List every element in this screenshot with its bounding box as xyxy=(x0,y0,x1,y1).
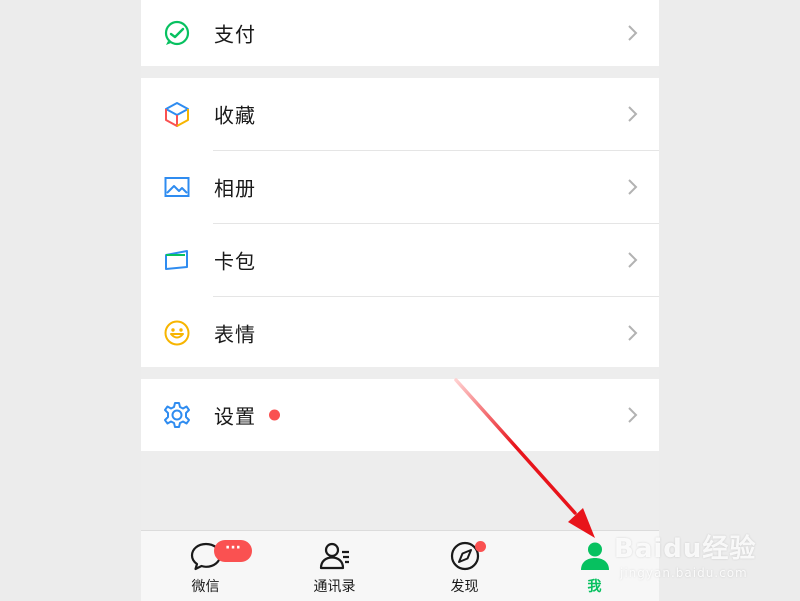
notification-dot xyxy=(269,409,280,421)
chevron-right-icon xyxy=(628,407,638,423)
chevron-right-icon xyxy=(628,179,638,195)
gear-icon xyxy=(163,401,191,429)
unread-badge: ··· xyxy=(214,540,252,562)
watermark-url: jingyan.baidu.com xyxy=(620,566,748,580)
menu-item-pay[interactable]: 支付 xyxy=(141,0,659,66)
smiley-icon xyxy=(163,319,191,347)
menu-item-label: 表情 xyxy=(214,322,256,347)
menu-item-settings[interactable]: 设置 xyxy=(141,379,659,451)
photo-icon xyxy=(163,173,191,201)
tab-discover[interactable]: 发现 xyxy=(400,531,529,601)
menu-item-cards[interactable]: 卡包 xyxy=(141,224,659,296)
person-icon xyxy=(580,542,609,570)
chevron-right-icon xyxy=(628,25,638,41)
tab-label: 通讯录 xyxy=(313,579,356,595)
menu-item-album[interactable]: 相册 xyxy=(141,151,659,223)
tab-chats[interactable]: ··· 微信 xyxy=(141,531,270,601)
menu-item-label: 支付 xyxy=(214,22,256,47)
tab-label: 微信 xyxy=(191,579,220,595)
cube-icon xyxy=(163,100,191,128)
wechat-me-page: 支付 收藏 相册 卡包 表情 设置 ··· 微信 通讯录 发现 我 xyxy=(141,0,659,601)
wechat-pay-icon xyxy=(163,19,191,47)
chevron-right-icon xyxy=(628,252,638,268)
chevron-right-icon xyxy=(628,106,638,122)
menu-item-label: 收藏 xyxy=(214,103,256,128)
menu-item-label: 相册 xyxy=(214,176,256,201)
notification-dot xyxy=(475,541,486,552)
features-group: 收藏 相册 卡包 表情 xyxy=(141,78,659,367)
chevron-right-icon xyxy=(628,325,638,341)
baidu-jingyan-watermark: Baidu经验 jingyan.baidu.com xyxy=(614,514,794,594)
contacts-icon xyxy=(319,542,349,570)
tab-contacts[interactable]: 通讯录 xyxy=(270,531,399,601)
menu-item-favorites[interactable]: 收藏 xyxy=(141,78,659,150)
pay-group: 支付 xyxy=(141,0,659,66)
menu-item-label: 设置 xyxy=(214,404,256,429)
card-wallet-icon xyxy=(163,246,191,274)
watermark-logo-text: Baidu经验 xyxy=(614,534,757,564)
tab-label: 发现 xyxy=(450,579,479,595)
menu-item-stickers[interactable]: 表情 xyxy=(141,297,659,369)
settings-group: 设置 xyxy=(141,379,659,451)
menu-item-label: 卡包 xyxy=(214,249,256,274)
bottom-tab-bar: ··· 微信 通讯录 发现 我 xyxy=(141,530,659,601)
